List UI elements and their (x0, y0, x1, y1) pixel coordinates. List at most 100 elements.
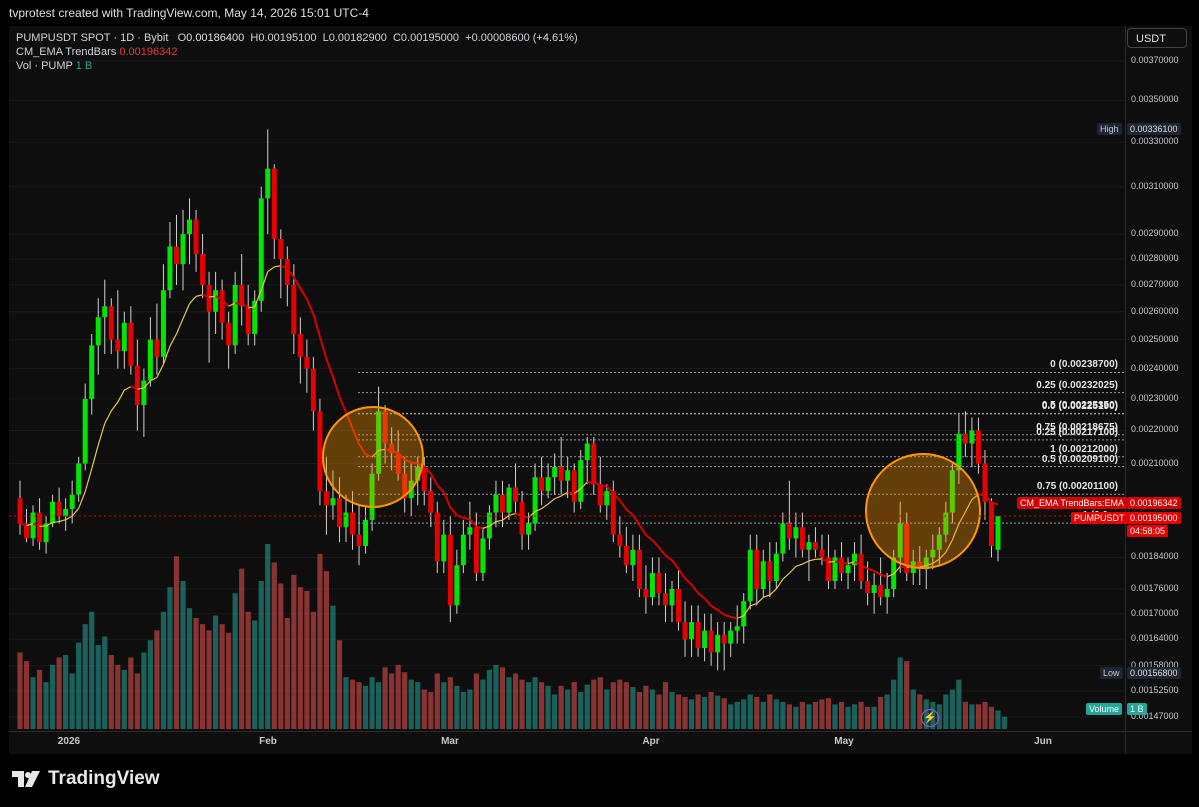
volume-bar-37 (258, 581, 264, 729)
candle-body-29 (206, 284, 212, 312)
volume-bar-86 (578, 692, 584, 729)
legend-volume-row[interactable]: Vol · PUMP 1 B (16, 59, 578, 73)
volume-bar-7 (63, 655, 69, 729)
price-chart[interactable] (9, 26, 1125, 731)
volume-bar-58 (395, 664, 401, 729)
ema-segment-13 (97, 423, 106, 446)
volume-bar-144 (956, 679, 962, 729)
price-tick-5: 0.00280000 (1131, 253, 1179, 264)
price-tick-13: 0.00184000 (1131, 551, 1179, 562)
candle-body-7 (63, 508, 69, 517)
ema-segment-98 (651, 539, 660, 549)
volume-bar-96 (643, 685, 649, 729)
candle-body-114 (760, 561, 766, 590)
volume-bar-38 (265, 544, 271, 729)
volume-bar-123 (819, 699, 825, 729)
candle-body-96 (643, 589, 649, 598)
volume-bar-19 (141, 652, 147, 729)
ema-segment-109 (723, 613, 732, 618)
ohlc-open: 0.00186400 (186, 32, 245, 44)
price-tick-15: 0.00170000 (1131, 607, 1179, 618)
last-tag-value: 0.00195000 (1127, 512, 1181, 524)
ema-segment-78 (521, 515, 529, 519)
candle-body-77 (519, 501, 525, 535)
ema-segment-81 (541, 503, 549, 510)
symbol-label[interactable]: PUMPUSDT SPOT · 1D · Bybit (16, 32, 168, 44)
volume-bar-149 (988, 706, 995, 729)
candle-body-131 (871, 585, 877, 594)
volume-bar-35 (245, 611, 251, 729)
volume-bar-3 (36, 669, 43, 729)
ema-segment-48 (325, 358, 334, 378)
highlight-circle-1[interactable] (322, 406, 424, 508)
candle-body-121 (806, 542, 812, 550)
volume-bar-16 (121, 669, 127, 729)
ema-segment-39 (267, 266, 275, 273)
price-tick-2: 0.00330000 (1131, 136, 1179, 147)
volume-bar-118 (786, 704, 792, 729)
time-tick-0: 2026 (57, 736, 81, 747)
candle-body-35 (245, 306, 251, 334)
ema-segment-97 (645, 534, 654, 542)
volume-bar-101 (675, 694, 682, 729)
volume-bar-129 (858, 701, 864, 729)
candle-body-46 (317, 411, 323, 492)
legend-indicator-row[interactable]: CM_EMA TrendBars 0.00196342 (16, 45, 578, 59)
last-tag-label: PUMPUSDT (1071, 512, 1128, 524)
volume-bar-65 (441, 682, 447, 729)
candle-body-76 (513, 487, 519, 502)
volume-bar-79 (532, 677, 538, 729)
candle-body-80 (539, 477, 545, 492)
ema-segment-93 (619, 499, 628, 510)
indicator-name[interactable]: CM_EMA TrendBars (16, 46, 116, 58)
candle-body-112 (747, 549, 753, 602)
ohlc-c-label: C (392, 32, 401, 44)
ema-segment-85 (567, 491, 575, 495)
volume-bar-44 (304, 590, 310, 729)
volume-bar-70 (473, 673, 479, 729)
header-title: tvprotest created with TradingView.com, … (9, 6, 369, 20)
candle-body-14 (108, 306, 114, 340)
candle-body-103 (689, 622, 695, 640)
ema-segment-65 (436, 484, 445, 493)
volume-bar-74 (499, 667, 506, 729)
candle-body-45 (310, 368, 316, 412)
volume-bar-20 (147, 640, 153, 729)
candle-body-79 (532, 477, 538, 524)
legend-symbol-row[interactable]: PUMPUSDT SPOT · 1D · Bybit O0.00186400 H… (16, 31, 578, 45)
candle-body-150 (995, 516, 1001, 550)
ema-segment-8 (65, 515, 73, 521)
highlight-circle-2[interactable] (865, 453, 981, 569)
volume-bar-63 (428, 692, 434, 729)
candle-body-70 (473, 527, 479, 574)
volume-bar-69 (467, 689, 473, 729)
volume-bar-119 (793, 706, 799, 729)
volume-name[interactable]: Vol · PUMP (16, 60, 73, 72)
price-tick-9: 0.00240000 (1131, 362, 1179, 373)
time-axis[interactable] (9, 731, 1125, 754)
candle-body-27 (193, 219, 199, 255)
time-tick-4: May (834, 736, 854, 747)
candle-body-8 (69, 494, 75, 509)
ema-segment-95 (632, 514, 641, 526)
candle-body-39 (271, 168, 277, 240)
ema-segment-40 (274, 265, 281, 268)
ohlc-high: 0.00195100 (258, 32, 317, 44)
indicator-value: 0.00196342 (119, 46, 178, 58)
volume-bar-94 (630, 687, 636, 729)
lightning-icon[interactable]: ⚡ (921, 709, 939, 727)
volume-bar-107 (715, 695, 721, 729)
candle-body-10 (82, 398, 88, 464)
candle-body-43 (297, 333, 303, 357)
volume-bar-110 (734, 701, 740, 729)
candle-body-78 (526, 523, 532, 535)
price-tick-0: 0.00370000 (1131, 55, 1179, 65)
fib-label-1: 0.25 (0.00232025) (1036, 379, 1118, 391)
volume-bar-105 (702, 696, 708, 729)
volume-bar-102 (682, 696, 688, 729)
chart-pane[interactable] (9, 26, 1125, 731)
candle-body-15 (115, 339, 121, 352)
tradingview-logo[interactable]: TradingView (12, 768, 160, 790)
currency-button[interactable]: USDT (1127, 28, 1187, 48)
candle-body-17 (128, 322, 134, 366)
